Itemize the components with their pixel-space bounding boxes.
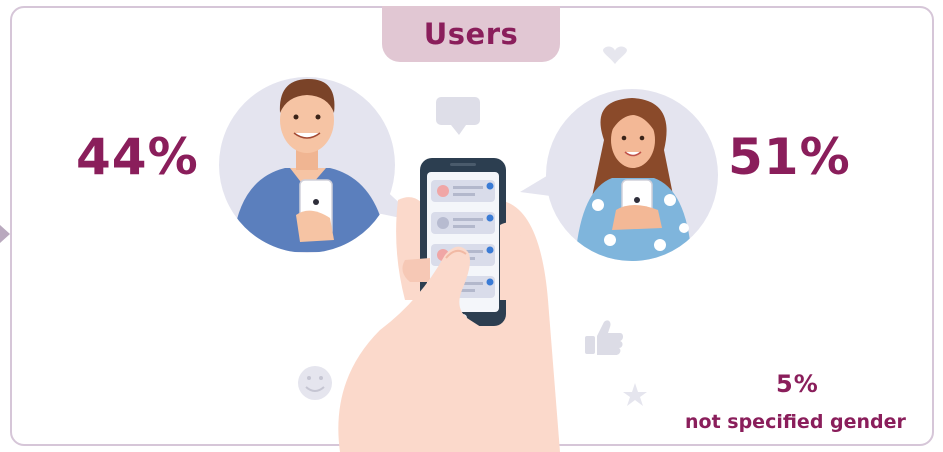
woman-with-phone-icon <box>520 89 718 261</box>
unspecified-percent: 5% <box>776 370 819 398</box>
heart-icon <box>603 46 627 64</box>
female-percent: 51% <box>728 128 851 186</box>
phone-list-item <box>431 180 495 202</box>
chat-bubble-icon <box>436 97 480 135</box>
star-icon <box>623 383 647 406</box>
phone-list-item <box>431 212 495 234</box>
man-with-phone-icon <box>219 77 420 253</box>
thumbs-up-icon <box>585 320 623 355</box>
male-percent: 44% <box>76 128 199 186</box>
smiley-icon <box>298 366 332 400</box>
unspecified-label: not specified gender <box>685 411 906 433</box>
